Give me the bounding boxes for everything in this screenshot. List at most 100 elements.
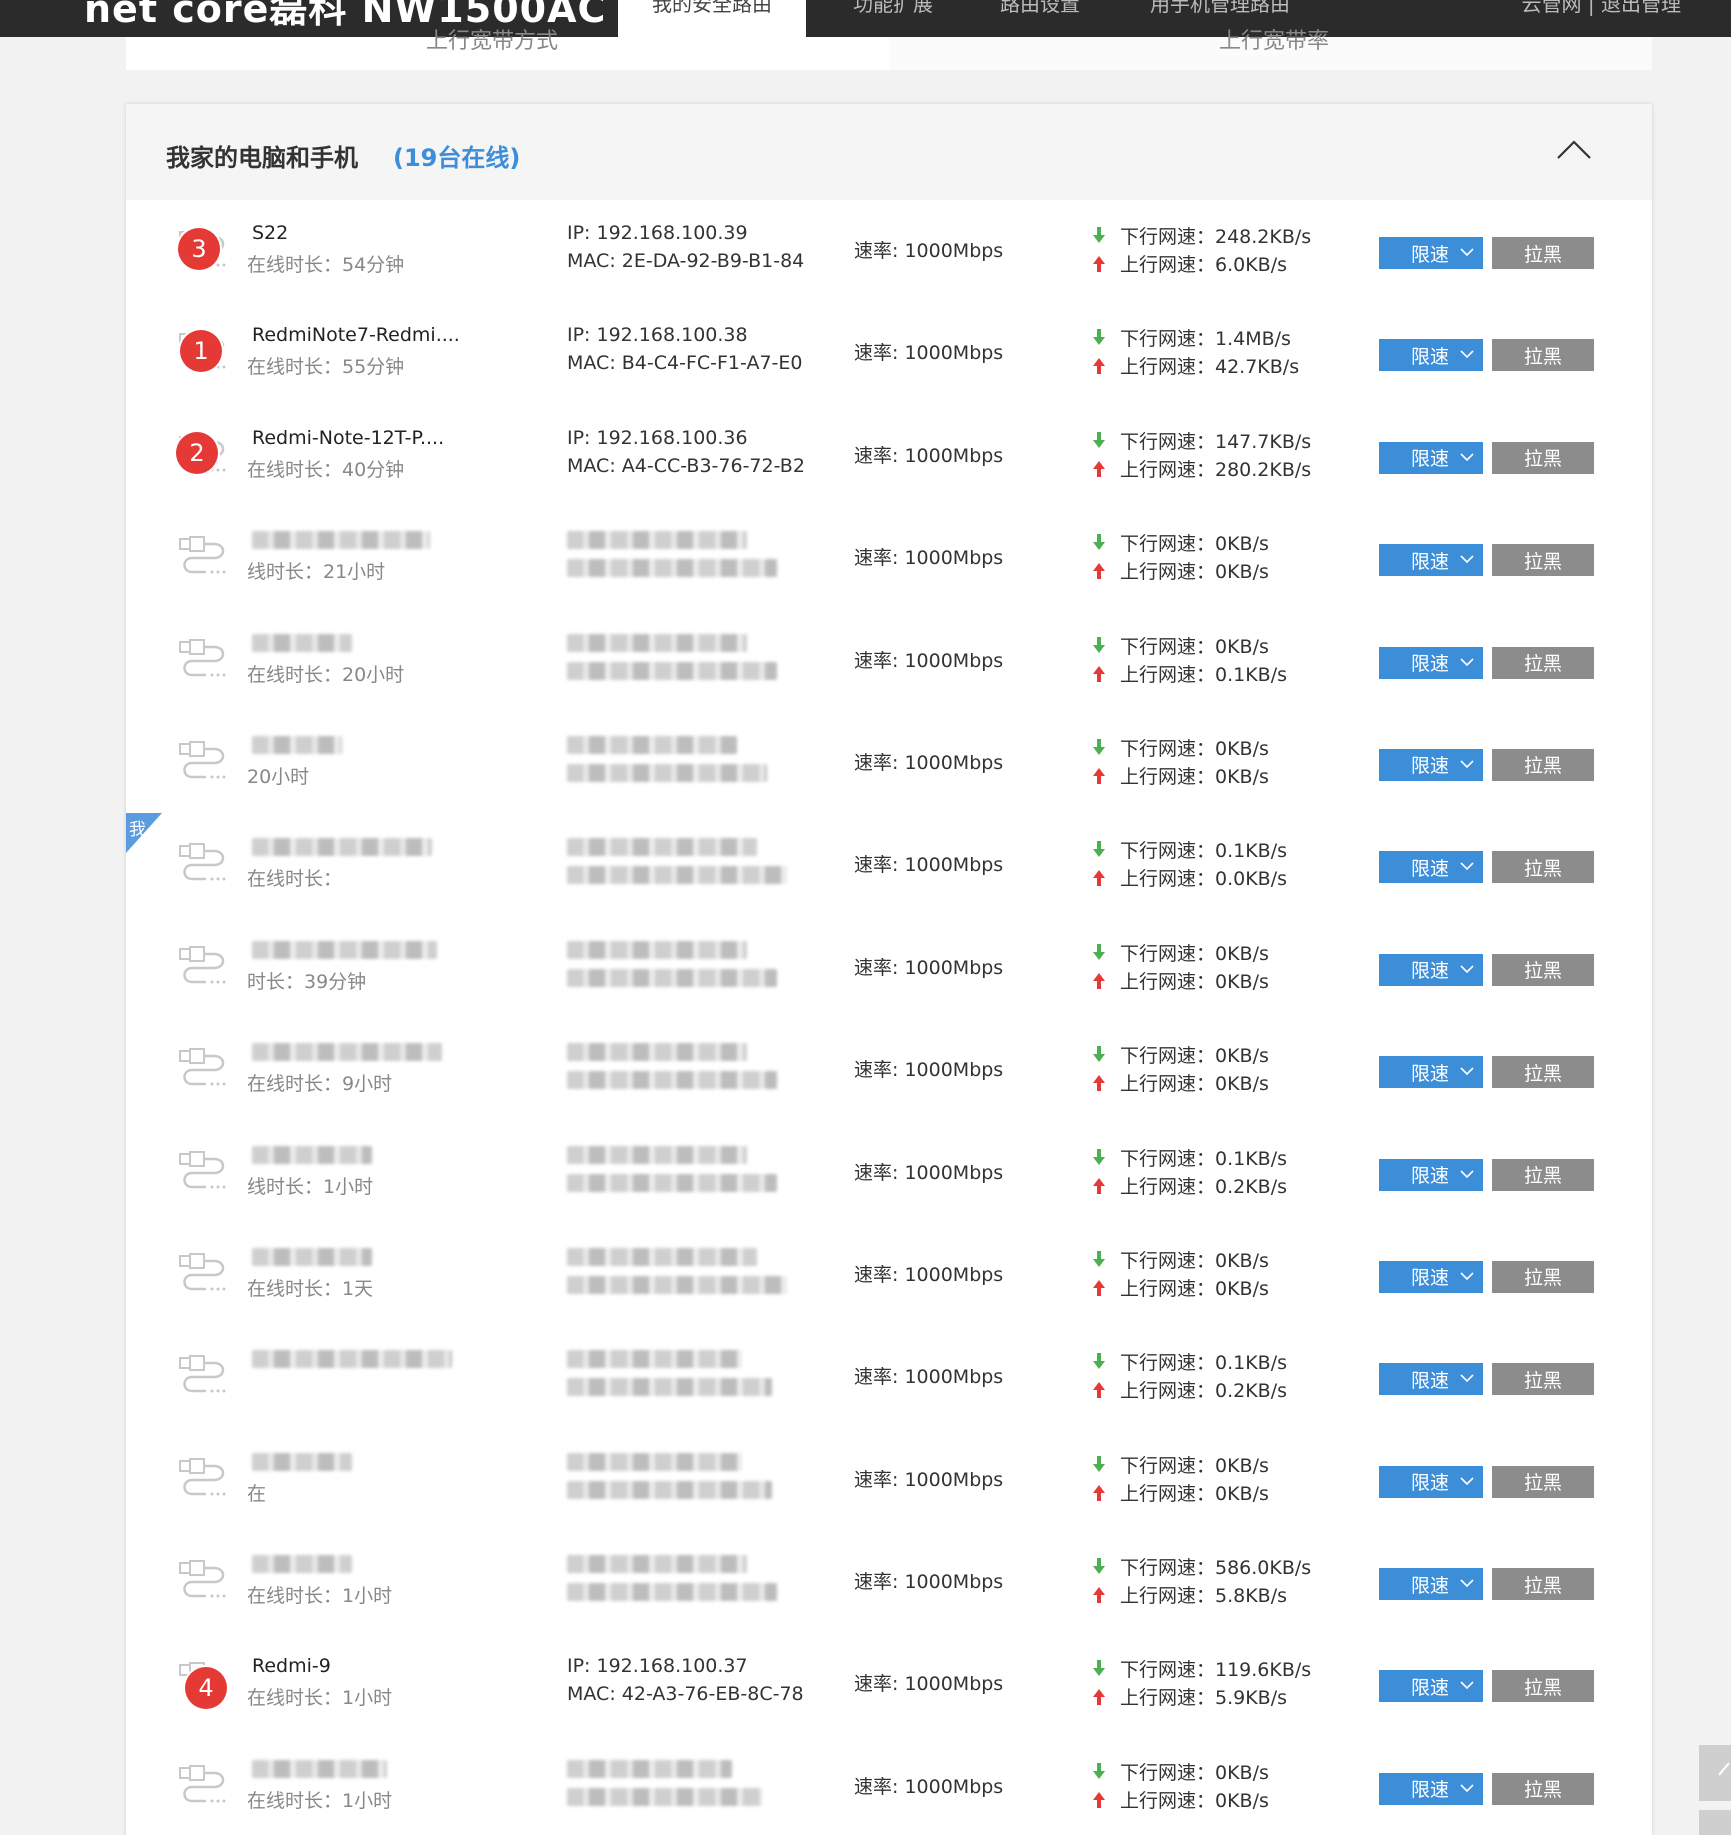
speed-limit-dropdown[interactable]: 限速 bbox=[1379, 748, 1483, 781]
device-name: S22 bbox=[252, 222, 289, 244]
chevron-down-icon bbox=[1460, 1272, 1474, 1281]
speed-limit-dropdown[interactable]: 限速 bbox=[1379, 1465, 1483, 1498]
redacted-ip bbox=[567, 1555, 747, 1574]
back-to-top-button[interactable] bbox=[1699, 1745, 1731, 1801]
redacted-mac bbox=[567, 1173, 777, 1192]
chevron-down-icon bbox=[1460, 1579, 1474, 1588]
upload-speed: 上行网速：0KB/s bbox=[1120, 765, 1269, 788]
redacted-name bbox=[252, 1247, 372, 1266]
summary-right-half: 上行宽带率 bbox=[889, 29, 1652, 70]
chevron-down-icon bbox=[1460, 453, 1474, 461]
blacklist-button[interactable]: 拉黑 bbox=[1492, 1260, 1594, 1293]
blacklist-button[interactable]: 拉黑 bbox=[1492, 237, 1594, 269]
speed-limit-dropdown[interactable]: 限速 bbox=[1379, 1158, 1483, 1191]
blacklist-button[interactable]: 拉黑 bbox=[1492, 953, 1594, 986]
speed-limit-dropdown[interactable]: 限速 bbox=[1379, 646, 1483, 679]
upload-speed: 上行网速：42.7KB/s bbox=[1120, 356, 1300, 379]
device-row: 在线时长： 速率: 1000Mbps 下行网速：0.1KB/s 上行网速：0.0KB/… bbox=[126, 814, 1652, 916]
link-rate: 速率: 1000Mbps bbox=[854, 1571, 1004, 1594]
summary-right-label: 上行宽带率 bbox=[1219, 29, 1330, 54]
nav-right-links[interactable]: 云管网 | 退出管理 bbox=[1522, 0, 1681, 37]
redacted-name bbox=[252, 1145, 372, 1164]
redacted-ip bbox=[567, 940, 747, 959]
device-ip: IP: 192.168.100.37 bbox=[567, 1655, 748, 1678]
device-row: 2 Redmi-Note-12T-P.... IP: 192.168.100.36 M… bbox=[126, 405, 1652, 507]
redacted-name bbox=[252, 531, 430, 550]
blacklist-button[interactable]: 拉黑 bbox=[1492, 748, 1594, 781]
redacted-ip bbox=[567, 838, 757, 857]
redacted-ip bbox=[567, 735, 737, 754]
speed-limit-label: 限速 bbox=[1411, 1676, 1450, 1699]
blacklist-button[interactable]: 拉黑 bbox=[1492, 646, 1594, 679]
tab-my-router[interactable]: 我的安全路由 bbox=[618, 0, 806, 37]
upload-arrow-icon bbox=[1093, 358, 1105, 375]
blacklist-button[interactable]: 拉黑 bbox=[1492, 339, 1594, 372]
upload-speed: 上行网速：5.8KB/s bbox=[1120, 1585, 1288, 1608]
download-speed: 下行网速：0KB/s bbox=[1120, 1249, 1269, 1272]
blacklist-button[interactable]: 拉黑 bbox=[1492, 441, 1594, 474]
redacted-mac bbox=[567, 968, 777, 987]
chevron-down-icon bbox=[1460, 965, 1474, 973]
download-arrow-icon bbox=[1093, 1762, 1105, 1779]
tab-router-settings[interactable]: 路由设置 bbox=[985, 0, 1095, 37]
device-row: 在线时长：1小时 速率: 1000Mbps 下行网速：586.0KB/s 上行网速：5… bbox=[126, 1531, 1652, 1633]
redacted-ip bbox=[567, 1452, 742, 1471]
upload-speed: 上行网速：0.2KB/s bbox=[1120, 1175, 1288, 1198]
link-rate: 速率: 1000Mbps bbox=[854, 649, 1004, 672]
network-cable-icon bbox=[178, 1252, 230, 1299]
blacklist-button[interactable]: 拉黑 bbox=[1492, 1568, 1594, 1601]
download-arrow-icon bbox=[1093, 1353, 1105, 1370]
speed-limit-label: 限速 bbox=[1411, 243, 1450, 266]
speed-limit-dropdown[interactable]: 限速 bbox=[1379, 1568, 1483, 1601]
upload-speed: 上行网速：0KB/s bbox=[1120, 1073, 1269, 1096]
blacklist-button[interactable]: 拉黑 bbox=[1492, 1772, 1594, 1805]
speed-limit-dropdown[interactable]: 限速 bbox=[1379, 339, 1483, 372]
network-cable-icon bbox=[178, 1048, 230, 1094]
upload-arrow-icon bbox=[1093, 256, 1105, 272]
network-cable-icon bbox=[178, 1457, 230, 1504]
speed-limit-dropdown[interactable]: 限速 bbox=[1379, 851, 1483, 884]
download-arrow-icon bbox=[1093, 738, 1105, 755]
link-rate: 速率: 1000Mbps bbox=[854, 240, 1004, 262]
download-arrow-icon bbox=[1093, 1046, 1105, 1063]
device-mac: MAC: A4-CC-B3-76-72-B2 bbox=[567, 454, 805, 477]
network-cable-icon bbox=[178, 1150, 230, 1197]
download-arrow-icon bbox=[1093, 841, 1105, 858]
blacklist-button[interactable]: 拉黑 bbox=[1492, 851, 1594, 884]
speed-limit-dropdown[interactable]: 限速 bbox=[1379, 1056, 1483, 1089]
blacklist-button[interactable]: 拉黑 bbox=[1492, 1363, 1594, 1396]
speed-limit-dropdown[interactable]: 限速 bbox=[1379, 953, 1483, 986]
speed-limit-label: 限速 bbox=[1411, 448, 1450, 471]
blacklist-button[interactable]: 拉黑 bbox=[1492, 1465, 1594, 1498]
speed-limit-dropdown[interactable]: 限速 bbox=[1379, 1772, 1483, 1805]
blacklist-button[interactable]: 拉黑 bbox=[1492, 544, 1594, 577]
redacted-mac bbox=[567, 1378, 772, 1397]
upload-speed: 上行网速：0.1KB/s bbox=[1120, 663, 1288, 686]
blacklist-button[interactable]: 拉黑 bbox=[1492, 1158, 1594, 1191]
blacklist-button[interactable]: 拉黑 bbox=[1492, 1670, 1594, 1703]
chevron-down-icon bbox=[1460, 1477, 1474, 1485]
link-rate: 速率: 1000Mbps bbox=[854, 1263, 1004, 1286]
redacted-mac bbox=[567, 1480, 772, 1499]
upload-arrow-icon bbox=[1093, 972, 1105, 989]
side-feedback-tab[interactable]: 我 bbox=[126, 813, 162, 853]
blacklist-button[interactable]: 拉黑 bbox=[1492, 1056, 1594, 1089]
scroll-widget[interactable] bbox=[1699, 1810, 1731, 1835]
speed-limit-label: 限速 bbox=[1411, 1574, 1450, 1597]
online-duration: 在线时长：55分钟 bbox=[247, 356, 405, 379]
download-speed: 下行网速：0KB/s bbox=[1120, 1761, 1269, 1784]
speed-limit-dropdown[interactable]: 限速 bbox=[1379, 441, 1483, 474]
redacted-name bbox=[252, 633, 352, 652]
online-duration: 在 bbox=[247, 1482, 267, 1505]
redacted-mac bbox=[567, 1787, 762, 1806]
speed-limit-dropdown[interactable]: 限速 bbox=[1379, 237, 1483, 269]
speed-limit-dropdown[interactable]: 限速 bbox=[1379, 1670, 1483, 1703]
network-cable-icon bbox=[178, 945, 230, 992]
device-name: RedmiNote7-Redmi.... bbox=[252, 324, 460, 347]
collapse-chevron-up-icon[interactable] bbox=[1556, 138, 1592, 162]
tab-extensions[interactable]: 功能扩展 bbox=[838, 0, 948, 37]
speed-limit-dropdown[interactable]: 限速 bbox=[1379, 544, 1483, 577]
speed-limit-dropdown[interactable]: 限速 bbox=[1379, 1260, 1483, 1293]
download-speed: 下行网速：0KB/s bbox=[1120, 1454, 1269, 1477]
speed-limit-dropdown[interactable]: 限速 bbox=[1379, 1363, 1483, 1396]
